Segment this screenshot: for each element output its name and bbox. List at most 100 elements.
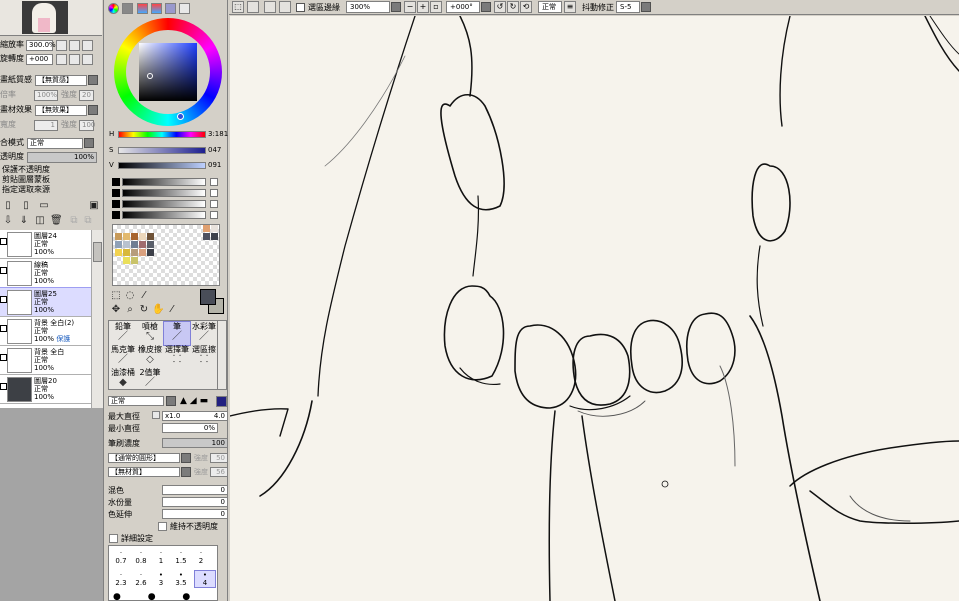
redo-icon[interactable]: [279, 1, 291, 13]
mixer-gradient[interactable]: [122, 200, 206, 208]
brush-pencil[interactable]: 鉛筆／: [110, 322, 136, 345]
swatch[interactable]: [203, 225, 210, 232]
swatch[interactable]: [203, 233, 210, 240]
swatch[interactable]: [139, 249, 146, 256]
magic-wand-icon[interactable]: ⁄: [138, 290, 150, 302]
eyedropper-icon[interactable]: ⁄: [166, 304, 178, 316]
brush-texture-select[interactable]: 【無材質】: [108, 467, 180, 477]
saturation-value-square[interactable]: [139, 43, 197, 101]
mixer-tab-icon[interactable]: [151, 2, 162, 14]
swatch[interactable]: [123, 257, 130, 264]
merge-down-icon[interactable]: ⇓: [18, 215, 30, 227]
swatch[interactable]: [123, 233, 130, 240]
hsv-slider-tab-icon[interactable]: [137, 2, 148, 14]
layer-item[interactable]: 圖層24 正常 100%: [0, 230, 91, 259]
density-slider[interactable]: 100: [162, 438, 228, 448]
size-preset-selected[interactable]: • 4: [194, 570, 216, 588]
brush-select-eraser[interactable]: 選區擦 ⸬: [191, 345, 217, 368]
rotate-field[interactable]: +000: [26, 53, 53, 65]
rotate-icon[interactable]: ↻: [138, 304, 150, 316]
swatch[interactable]: [139, 241, 146, 248]
material-effect-select[interactable]: 【無效果】: [35, 104, 87, 116]
new-folder-icon[interactable]: ▭: [38, 200, 50, 212]
layer-item[interactable]: 圖層20 正常 100%: [0, 375, 91, 404]
zoom-reset-button[interactable]: [82, 39, 93, 51]
visibility-icon[interactable]: [0, 325, 7, 332]
delete-layer-icon[interactable]: 🗑: [50, 215, 63, 227]
size-preset[interactable]: · 0.8: [131, 549, 151, 565]
color-wheel[interactable]: [114, 18, 222, 126]
color-mixer-bar[interactable]: [112, 211, 220, 219]
strength-field[interactable]: 20: [79, 89, 94, 101]
visibility-icon[interactable]: [0, 238, 7, 245]
chevron-down-icon[interactable]: [641, 2, 651, 12]
rate-field[interactable]: 100%: [34, 89, 58, 101]
swatch[interactable]: [147, 241, 154, 248]
color-mixer-bar[interactable]: [112, 189, 220, 197]
swatch[interactable]: [131, 241, 138, 248]
sv-marker-icon[interactable]: [147, 73, 153, 79]
layer-panel-option-icon[interactable]: ▣: [88, 200, 100, 212]
brush-marker[interactable]: 馬克筆／: [110, 345, 136, 368]
size-preset[interactable]: · 1: [151, 549, 171, 565]
mixer-swatch-white[interactable]: [210, 200, 218, 208]
swatch[interactable]: [147, 233, 154, 240]
rotate-left-button[interactable]: [56, 53, 67, 65]
size-preset[interactable]: · 0.7: [111, 549, 131, 565]
clear-layer-icon[interactable]: ◫: [34, 215, 46, 227]
brush-shape-square-icon[interactable]: [216, 396, 227, 407]
brush-eraser[interactable]: 橡皮擦 ◇: [137, 345, 163, 368]
layer-item[interactable]: 線稿 正常 100%: [0, 259, 91, 288]
selection-source-row[interactable]: 指定選取來源: [2, 184, 50, 196]
swatch[interactable]: [139, 233, 146, 240]
visibility-icon[interactable]: [0, 383, 7, 390]
mixer-swatch-white[interactable]: [210, 211, 218, 219]
layer-scrollbar[interactable]: [91, 230, 103, 408]
size-preset[interactable]: · 2.6: [131, 571, 151, 587]
paste-layer-icon[interactable]: ⧉: [82, 215, 94, 227]
swatch[interactable]: [147, 249, 154, 256]
width-field[interactable]: 1: [34, 119, 58, 131]
brush-bucket[interactable]: 油漆桶 ◆: [110, 368, 136, 391]
swatch[interactable]: [115, 241, 122, 248]
chevron-down-icon[interactable]: [84, 138, 94, 148]
canvas-zoom-select[interactable]: 300%: [346, 1, 390, 13]
visibility-icon[interactable]: [0, 267, 7, 274]
canvas-mode-select[interactable]: 正常: [538, 1, 562, 13]
chevron-down-icon[interactable]: [181, 453, 191, 463]
select-all-icon[interactable]: ⬚: [232, 1, 244, 13]
keep-opacity-checkbox[interactable]: [158, 522, 167, 531]
swatch[interactable]: [123, 241, 130, 248]
detail-settings-row[interactable]: 詳細設定: [108, 533, 226, 544]
lasso-icon[interactable]: ◌: [124, 290, 136, 302]
mixer-swatch-white[interactable]: [210, 178, 218, 186]
mixer-gradient[interactable]: [122, 189, 206, 197]
zoom-icon[interactable]: ⌕: [124, 304, 136, 316]
chevron-down-icon[interactable]: [391, 2, 401, 12]
max-size-field[interactable]: x1.0 4.0: [162, 411, 228, 421]
chevron-down-icon[interactable]: [481, 2, 491, 12]
size-preset[interactable]: · 2.3: [111, 571, 131, 587]
rgb-slider-tab-icon[interactable]: [122, 2, 133, 14]
chevron-down-icon[interactable]: [88, 75, 98, 85]
mixer-swatch-white[interactable]: [210, 189, 218, 197]
rotate-reset-icon[interactable]: ⟲: [520, 1, 532, 13]
new-layer-icon[interactable]: ▯: [2, 200, 14, 212]
brush-shape-select[interactable]: 【通常的圓形】: [108, 453, 180, 463]
swatch-tab-icon[interactable]: [165, 2, 176, 14]
rotate-right-button[interactable]: [69, 53, 80, 65]
zoom-out-icon[interactable]: −: [404, 1, 416, 13]
water-field[interactable]: 0: [162, 497, 228, 507]
zoom-in-icon[interactable]: +: [417, 1, 429, 13]
copy-layer-icon[interactable]: ⧉: [68, 215, 80, 227]
rotate-ccw-icon[interactable]: ↺: [494, 1, 506, 13]
scrollbar-thumb[interactable]: [93, 242, 102, 262]
brush-mode-select[interactable]: 正常: [108, 396, 164, 406]
canvas-rotate-select[interactable]: +000°: [446, 1, 480, 13]
s-value[interactable]: 047: [208, 146, 221, 154]
swatch-palette[interactable]: [112, 224, 220, 286]
layer-item-selected[interactable]: 圖層25 正常 100%: [0, 287, 92, 318]
chevron-down-icon[interactable]: [88, 105, 98, 115]
chevron-down-icon[interactable]: [166, 396, 176, 406]
zoom-in-button[interactable]: [69, 39, 80, 51]
